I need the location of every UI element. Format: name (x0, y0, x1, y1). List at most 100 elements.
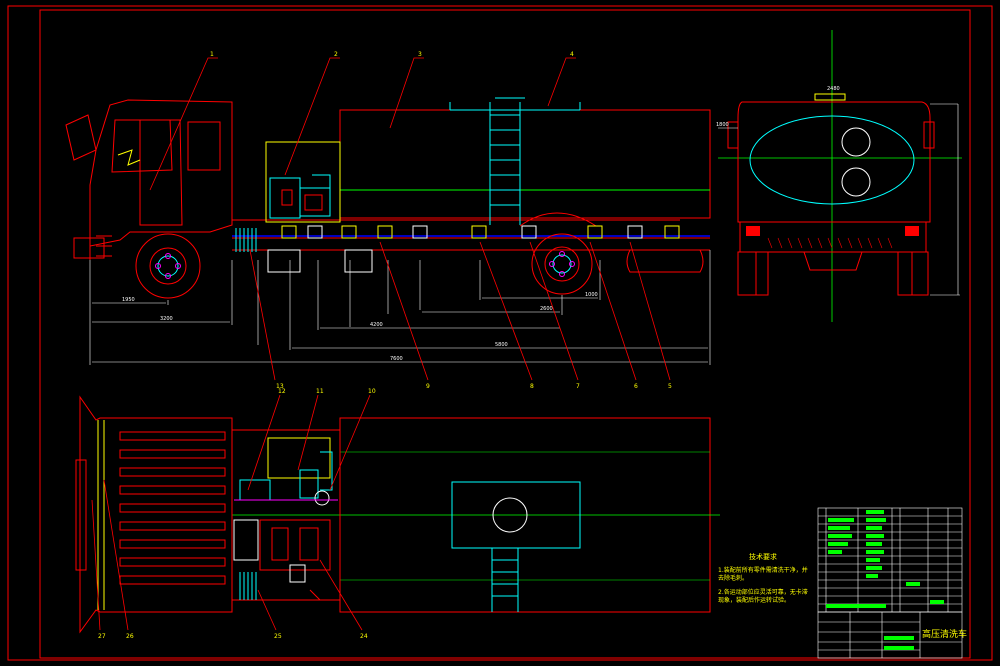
callout-number: 11 (316, 388, 324, 395)
parts-cell (866, 526, 882, 530)
dim-label: 1950 (122, 297, 135, 303)
rear-bolt (549, 261, 555, 267)
side-callout-leaders (149, 57, 671, 381)
parts-cell (866, 558, 880, 562)
cab-detail (117, 149, 141, 166)
rear-port-top (841, 127, 871, 157)
rear-tire-right (897, 251, 929, 296)
parts-cell (906, 582, 920, 586)
parts-cell (884, 636, 914, 640)
parts-cell (828, 518, 854, 522)
tech-requirements-heading: 技术要求 (749, 553, 777, 561)
callout-number: 24 (360, 633, 368, 640)
rear-bumper (739, 221, 927, 253)
top-rail (449, 97, 581, 111)
chassis-frame (232, 219, 710, 251)
dim-label: 1000 (585, 292, 598, 298)
rear-bolt (559, 251, 565, 257)
ladder (489, 102, 521, 225)
callout-number: 9 (426, 383, 430, 390)
pump-unit (269, 174, 331, 219)
leader-5 (629, 241, 671, 381)
callout-number: 5 (668, 383, 672, 390)
pump-detail (281, 189, 323, 211)
rear-mirror-left (727, 121, 739, 149)
mirror (65, 114, 97, 161)
rear-hub (544, 246, 580, 282)
callout-number: 25 (274, 633, 282, 640)
rear-hatch (814, 93, 846, 101)
parts-cell (828, 534, 852, 538)
rear-port-bottom (841, 167, 871, 197)
leader-3 (389, 57, 424, 129)
callout-number: 10 (368, 388, 376, 395)
side-wheels (135, 233, 593, 299)
dim-label: 2600 (540, 306, 553, 312)
parts-cell (866, 518, 886, 522)
front-wheel (135, 233, 201, 299)
rear-hub-ring (552, 254, 572, 274)
callout-number: 8 (530, 383, 534, 390)
cad-drawing-canvas[interactable]: 1950 3200 4200 5800 2600 1000 7600 1 2 3… (0, 0, 1000, 666)
leader-10 (329, 394, 371, 491)
callout-number: 7 (576, 383, 580, 390)
cab-window (111, 119, 173, 173)
parts-list-frame (817, 507, 963, 613)
pump-top-detail (267, 437, 331, 479)
rear-view (718, 30, 962, 322)
leader-9 (379, 241, 429, 381)
callout-number: 27 (98, 633, 106, 640)
tech-requirement-item: 1.装配前所有零件需清洗干净，并去除毛刺。 (718, 567, 808, 582)
pump-top-red (259, 519, 331, 571)
side-dimension-labels: 1950 3200 4200 5800 2600 1000 7600 (122, 292, 598, 362)
rear-bolt (569, 261, 575, 267)
bumper (73, 237, 105, 259)
side-view (65, 97, 711, 273)
parts-cell (884, 646, 914, 650)
tech-requirement-item: 2.各运动部位应灵活可靠，无卡滞现象，装配后作运转试验。 (718, 589, 808, 604)
leader-2 (284, 57, 340, 176)
parts-cell (828, 550, 842, 554)
cab-grille-slots (119, 431, 226, 585)
callout-number: 4 (570, 51, 574, 58)
callout-number: 6 (634, 383, 638, 390)
callout-number: 2 (334, 51, 338, 58)
parts-cell (866, 550, 884, 554)
cab-side-rail (97, 420, 105, 610)
parts-cell (826, 604, 886, 608)
tank-top-guides (340, 451, 710, 581)
outer-frame (7, 5, 993, 661)
callout-number: 3 (418, 51, 422, 58)
dim-label: 3200 (160, 316, 173, 322)
side-boxes (267, 249, 373, 273)
leader-8 (479, 241, 533, 381)
rear-diff (803, 251, 863, 271)
parts-cell (828, 526, 850, 530)
parts-cell (866, 534, 884, 538)
cab-front-edge (75, 459, 87, 571)
rear-mirror-right (923, 121, 935, 149)
leader-4 (547, 57, 576, 107)
inner-frame (39, 9, 971, 659)
pump-coil-top (239, 572, 257, 600)
parts-cell (866, 510, 884, 514)
leader-12 (247, 394, 281, 491)
rear-dim-label: 1800 (716, 122, 729, 128)
callout-number: 12 (278, 388, 286, 395)
callout-number: 26 (126, 633, 134, 640)
parts-cell (866, 566, 882, 570)
rear-dim-label: 2480 (827, 86, 840, 92)
rear-tire-left (737, 251, 769, 296)
side-dimensions (89, 250, 711, 365)
front-spring (235, 228, 257, 252)
dim-label: 7600 (390, 356, 403, 362)
cab-rear-window (187, 121, 221, 171)
leader-6 (589, 241, 637, 381)
pump-pipes (233, 519, 306, 583)
leader-11 (297, 394, 319, 471)
leader-26 (103, 479, 129, 631)
rear-lamp-left (746, 226, 760, 236)
parts-cell (866, 574, 878, 578)
title-block-name: 高压清洗车 (922, 628, 967, 640)
dim-label: 4200 (370, 322, 383, 328)
